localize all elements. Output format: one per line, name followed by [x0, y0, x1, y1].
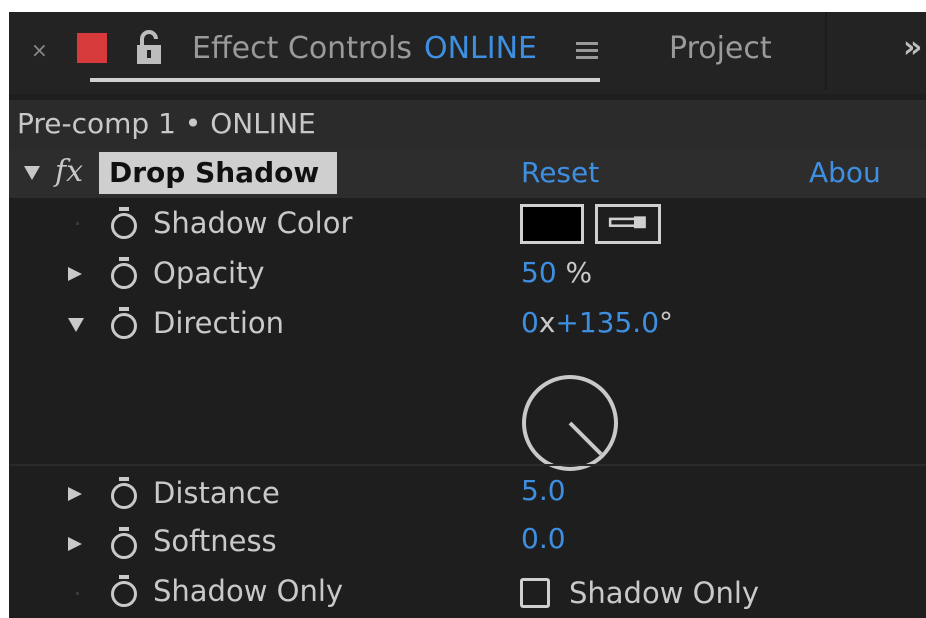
property-label: Softness: [153, 524, 277, 558]
hamburger-icon[interactable]: [576, 42, 598, 60]
stopwatch-icon[interactable]: [109, 574, 139, 608]
reset-link[interactable]: Reset: [521, 154, 599, 192]
property-label: Opacity: [153, 256, 265, 290]
color-swatch[interactable]: [520, 204, 584, 244]
close-tab-button[interactable]: ×: [31, 40, 48, 60]
opacity-unit: %: [565, 256, 593, 289]
triangle-down-icon[interactable]: [23, 164, 41, 182]
property-label: Direction: [153, 306, 285, 340]
tab-overflow-button[interactable]: »: [903, 28, 923, 68]
row-dot: [76, 592, 79, 595]
opacity-number[interactable]: 50: [521, 256, 557, 289]
row-divider: [9, 464, 926, 466]
fx-toggle-icon[interactable]: fx: [55, 152, 83, 192]
triangle-down-icon[interactable]: [67, 316, 85, 334]
property-row-opacity: Opacity 50 %: [9, 248, 926, 298]
property-label: Shadow Only: [153, 574, 344, 608]
property-label: Distance: [153, 476, 280, 510]
stopwatch-icon[interactable]: [109, 256, 139, 290]
tab-title-label: Effect Controls: [192, 31, 412, 66]
comp-layer-label: Pre-comp 1 • ONLINE: [17, 107, 316, 140]
effect-header-row[interactable]: fx Drop Shadow Reset Abou: [9, 150, 926, 198]
property-row-softness: Softness 0.0: [9, 518, 926, 568]
softness-value[interactable]: 0.0: [521, 520, 566, 558]
property-row-distance: Distance 5.0: [9, 468, 926, 518]
lock-icon[interactable]: [135, 30, 163, 66]
label-color-swatch[interactable]: [77, 33, 107, 63]
direction-revolutions[interactable]: 0: [521, 306, 539, 339]
triangle-right-icon[interactable]: [67, 536, 83, 552]
direction-unit: °: [659, 306, 674, 339]
stopwatch-icon[interactable]: [109, 306, 139, 340]
property-row-direction: Direction 0x+135.0°: [9, 298, 926, 350]
triangle-right-icon[interactable]: [67, 486, 83, 502]
checkbox-label[interactable]: Shadow Only: [569, 574, 759, 612]
stopwatch-icon[interactable]: [109, 526, 139, 560]
angle-dial[interactable]: [519, 372, 621, 474]
eyedropper-icon[interactable]: [595, 204, 661, 244]
effect-controls-panel: × Effect Controls ONLINE Project » Pre-co…: [9, 12, 926, 618]
stopwatch-icon[interactable]: [109, 206, 139, 240]
active-tab-indicator: [90, 78, 600, 82]
tab-effect-controls[interactable]: Effect Controls ONLINE: [192, 29, 537, 69]
distance-value[interactable]: 5.0: [521, 472, 566, 510]
property-row-shadow-only: Shadow Only Shadow Only: [9, 568, 926, 618]
direction-x: x: [538, 306, 556, 339]
tab-comp-name: ONLINE: [423, 31, 537, 66]
effect-name[interactable]: Drop Shadow: [99, 152, 337, 194]
property-label: Shadow Color: [153, 206, 353, 240]
row-dot: [76, 222, 79, 225]
shadow-only-checkbox[interactable]: [520, 578, 550, 608]
tab-project[interactable]: Project: [669, 29, 772, 69]
about-link[interactable]: Abou: [809, 154, 881, 192]
tab-divider: [825, 12, 827, 90]
effect-name-label: Drop Shadow: [109, 156, 320, 189]
comp-layer-line: Pre-comp 1 • ONLINE: [9, 100, 926, 150]
direction-value[interactable]: 0x+135.0°: [521, 304, 673, 342]
direction-degrees[interactable]: +135.0: [555, 306, 659, 339]
panel-tab-bar: × Effect Controls ONLINE Project »: [9, 12, 926, 94]
opacity-value[interactable]: 50 %: [521, 254, 592, 292]
property-row-shadow-color: Shadow Color: [9, 198, 926, 248]
triangle-right-icon[interactable]: [67, 266, 83, 282]
stopwatch-icon[interactable]: [109, 476, 139, 510]
